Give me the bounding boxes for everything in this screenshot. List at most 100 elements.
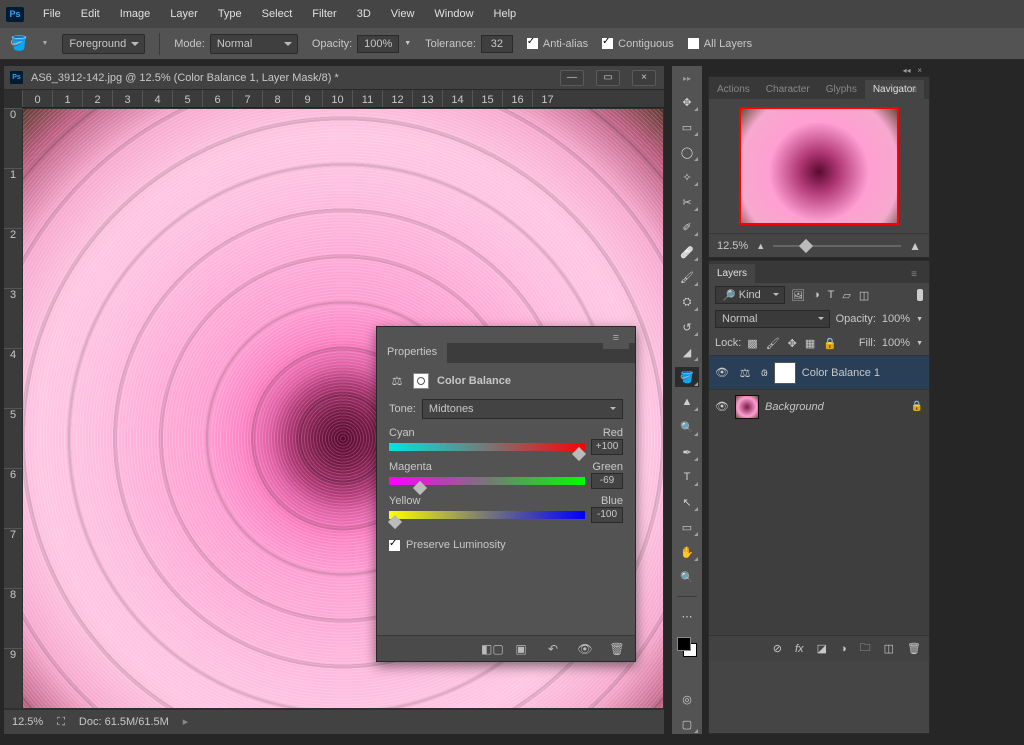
- layer-mask-thumbnail[interactable]: [774, 362, 796, 384]
- navigator-menu-icon[interactable]: ≡: [903, 81, 925, 100]
- type-tool[interactable]: T: [675, 467, 699, 487]
- yellow-blue-slider[interactable]: [389, 511, 585, 519]
- menu-3d[interactable]: 3D: [348, 8, 380, 20]
- antialias-checkbox[interactable]: [527, 38, 538, 49]
- filter-adjustment-icon[interactable]: ◑: [813, 289, 820, 302]
- filter-pixel-icon[interactable]: 🖼: [791, 289, 805, 302]
- clip-to-layer-icon[interactable]: ◧▢: [481, 642, 497, 656]
- eyedropper-tool[interactable]: ✐: [675, 217, 699, 237]
- layer-opacity-value[interactable]: 100%: [882, 313, 910, 325]
- link-icon[interactable]: 𐐘: [761, 366, 768, 379]
- zoom-in-icon[interactable]: ▲: [909, 239, 921, 253]
- layer-style-icon[interactable]: fx: [795, 643, 804, 655]
- layers-menu-icon[interactable]: ≡: [903, 265, 925, 284]
- fill-area-dropdown[interactable]: Foreground: [62, 34, 145, 54]
- menu-layer[interactable]: Layer: [161, 8, 207, 20]
- lock-artboard-icon[interactable]: ▦: [805, 337, 815, 350]
- zoom-value[interactable]: 12.5%: [12, 716, 43, 728]
- menu-view[interactable]: View: [382, 8, 424, 20]
- layer-thumbnail[interactable]: [735, 395, 759, 419]
- filter-toggle[interactable]: [917, 289, 923, 301]
- edit-toolbar-icon[interactable]: ⋯: [675, 606, 699, 626]
- yellow-blue-value[interactable]: -100: [591, 507, 623, 523]
- magenta-green-value[interactable]: -69: [591, 473, 623, 489]
- fill-value[interactable]: 100%: [882, 337, 910, 349]
- layer-filter-dropdown[interactable]: 🔎 Kind: [715, 286, 785, 304]
- tone-dropdown[interactable]: Midtones: [422, 399, 623, 419]
- ruler-vertical[interactable]: 0123456789: [4, 108, 22, 708]
- lasso-tool[interactable]: ◯: [675, 142, 699, 162]
- opacity-input[interactable]: 100%: [357, 35, 399, 53]
- move-tool[interactable]: ✥: [675, 92, 699, 112]
- layer-name[interactable]: Color Balance 1: [802, 367, 923, 379]
- tolerance-input[interactable]: 32: [481, 35, 513, 53]
- reset-icon[interactable]: ↶: [545, 642, 561, 656]
- zoom-slider[interactable]: [773, 245, 901, 247]
- expand-icon[interactable]: ⛶: [57, 716, 65, 729]
- menu-window[interactable]: Window: [425, 8, 482, 20]
- toggle-visibility-icon[interactable]: 👁: [577, 642, 593, 656]
- dodge-tool[interactable]: 🔍: [675, 417, 699, 437]
- quickmask-icon[interactable]: ◎: [675, 689, 699, 709]
- new-group-icon[interactable]: 🗀: [860, 639, 871, 658]
- character-tab[interactable]: Character: [758, 80, 818, 99]
- healing-brush-tool[interactable]: 🩹: [675, 242, 699, 262]
- lock-pixels-icon[interactable]: 🖌: [766, 337, 780, 350]
- filter-shape-icon[interactable]: ▱: [842, 289, 850, 302]
- history-brush-tool[interactable]: ↺: [675, 317, 699, 337]
- menu-image[interactable]: Image: [111, 8, 160, 20]
- lock-transparency-icon[interactable]: ▩: [747, 337, 757, 350]
- delete-adjustment-icon[interactable]: 🗑: [609, 642, 625, 656]
- pen-tool[interactable]: ✒: [675, 442, 699, 462]
- cyan-red-slider[interactable]: [389, 443, 585, 451]
- menu-filter[interactable]: Filter: [303, 8, 345, 20]
- layer-name[interactable]: Background: [765, 401, 905, 413]
- zoom-tool[interactable]: 🔍: [675, 567, 699, 587]
- actions-tab[interactable]: Actions: [709, 80, 758, 99]
- zoom-out-icon[interactable]: ▲: [756, 241, 765, 251]
- brush-tool[interactable]: 🖌: [675, 267, 699, 287]
- hand-tool[interactable]: ✋: [675, 542, 699, 562]
- ruler-horizontal[interactable]: 01234567891011121314151617: [22, 90, 664, 108]
- layer-background[interactable]: 👁 Background 🔒: [709, 389, 929, 423]
- layer-color-balance[interactable]: 👁 ⚖ 𐐘 Color Balance 1: [709, 355, 929, 389]
- filter-type-icon[interactable]: T: [828, 289, 835, 302]
- new-layer-icon[interactable]: ◫: [884, 642, 894, 655]
- properties-menu-icon[interactable]: ≡: [603, 329, 629, 349]
- panel-group-collapse-icon[interactable]: ◂◂ ×: [708, 66, 930, 74]
- mask-icon[interactable]: [413, 373, 429, 389]
- navigator-zoom[interactable]: 12.5%: [717, 240, 748, 252]
- delete-layer-icon[interactable]: 🗑: [907, 642, 921, 655]
- view-previous-icon[interactable]: ▣: [513, 642, 529, 656]
- crop-tool[interactable]: ✂: [675, 192, 699, 212]
- new-adjustment-icon[interactable]: ◑: [840, 643, 847, 655]
- filter-smart-icon[interactable]: ◫: [859, 289, 869, 302]
- blend-mode-dropdown[interactable]: Normal: [210, 34, 298, 54]
- layer-blend-dropdown[interactable]: Normal: [715, 310, 830, 328]
- rectangle-tool[interactable]: ▭: [675, 517, 699, 537]
- magic-wand-tool[interactable]: ✧: [675, 167, 699, 187]
- add-mask-icon[interactable]: ◪: [817, 642, 827, 655]
- maximize-button[interactable]: ▭: [596, 70, 620, 86]
- minimize-button[interactable]: —: [560, 70, 584, 86]
- preserve-luminosity-checkbox[interactable]: [389, 540, 400, 551]
- properties-tab[interactable]: Properties: [377, 343, 447, 363]
- lock-all-icon[interactable]: 🔒: [823, 337, 837, 350]
- clone-stamp-tool[interactable]: ⛭: [675, 292, 699, 312]
- magenta-green-slider[interactable]: [389, 477, 585, 485]
- navigator-thumbnail[interactable]: [739, 107, 899, 225]
- layers-tab[interactable]: Layers: [709, 264, 755, 283]
- toolbar-collapse-icon[interactable]: ▸▸: [683, 74, 691, 83]
- path-select-tool[interactable]: ↖: [675, 492, 699, 512]
- color-swatches[interactable]: [677, 637, 697, 657]
- link-layers-icon[interactable]: ⊘: [773, 642, 782, 655]
- eraser-tool[interactable]: ◢: [675, 342, 699, 362]
- visibility-toggle[interactable]: 👁: [715, 366, 729, 379]
- cyan-red-value[interactable]: +100: [591, 439, 623, 455]
- lock-position-icon[interactable]: ✥: [788, 337, 797, 350]
- lock-icon[interactable]: 🔒: [911, 401, 923, 412]
- close-button[interactable]: ×: [632, 70, 656, 86]
- all-layers-checkbox[interactable]: [688, 38, 699, 49]
- contiguous-checkbox[interactable]: [602, 38, 613, 49]
- screen-mode-icon[interactable]: ▢: [675, 714, 699, 734]
